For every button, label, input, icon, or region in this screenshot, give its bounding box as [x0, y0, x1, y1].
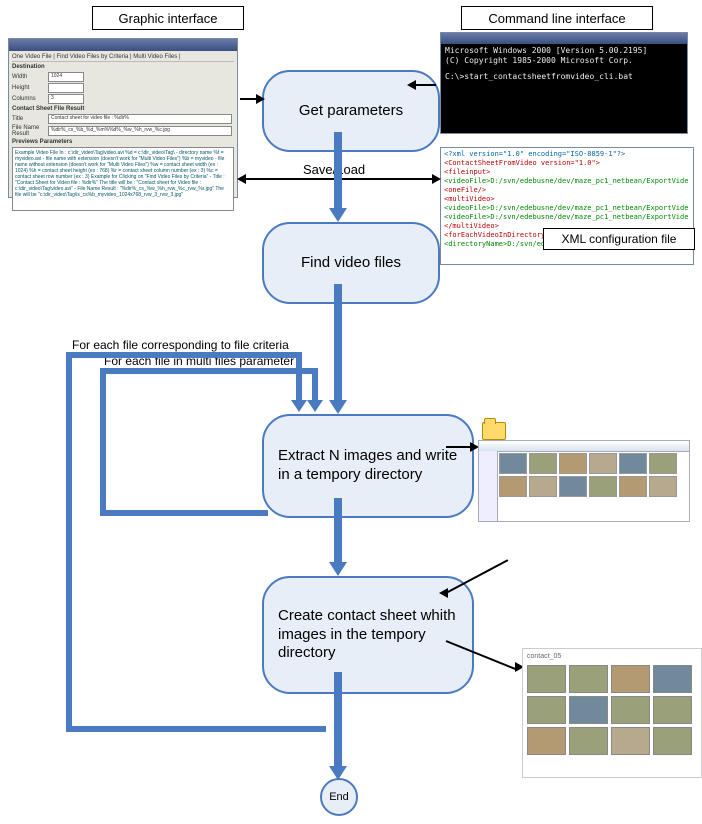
xml-config-label: XML configuration file — [543, 228, 695, 250]
explorer-window — [478, 440, 690, 522]
header-graphic-interface: Graphic interface — [92, 6, 244, 30]
step-extract-images: Extract N images and write in a tempory … — [262, 414, 474, 518]
header-cli: Command line interface — [461, 6, 653, 30]
folder-icon — [482, 422, 506, 440]
gui-window: One Video File | Find Video Files by Cri… — [8, 38, 238, 198]
end-node: End — [320, 778, 358, 816]
loop-outer-label: For each file corresponding to file crit… — [72, 338, 289, 352]
contact-sheet-output: contact_05 — [522, 648, 702, 778]
step-find-video-files: Find video files — [262, 222, 440, 304]
cli-window: Microsoft Windows 2000 [Version 5.00.219… — [440, 32, 688, 134]
gui-tabs: One Video File | Find Video Files by Cri… — [12, 54, 234, 62]
